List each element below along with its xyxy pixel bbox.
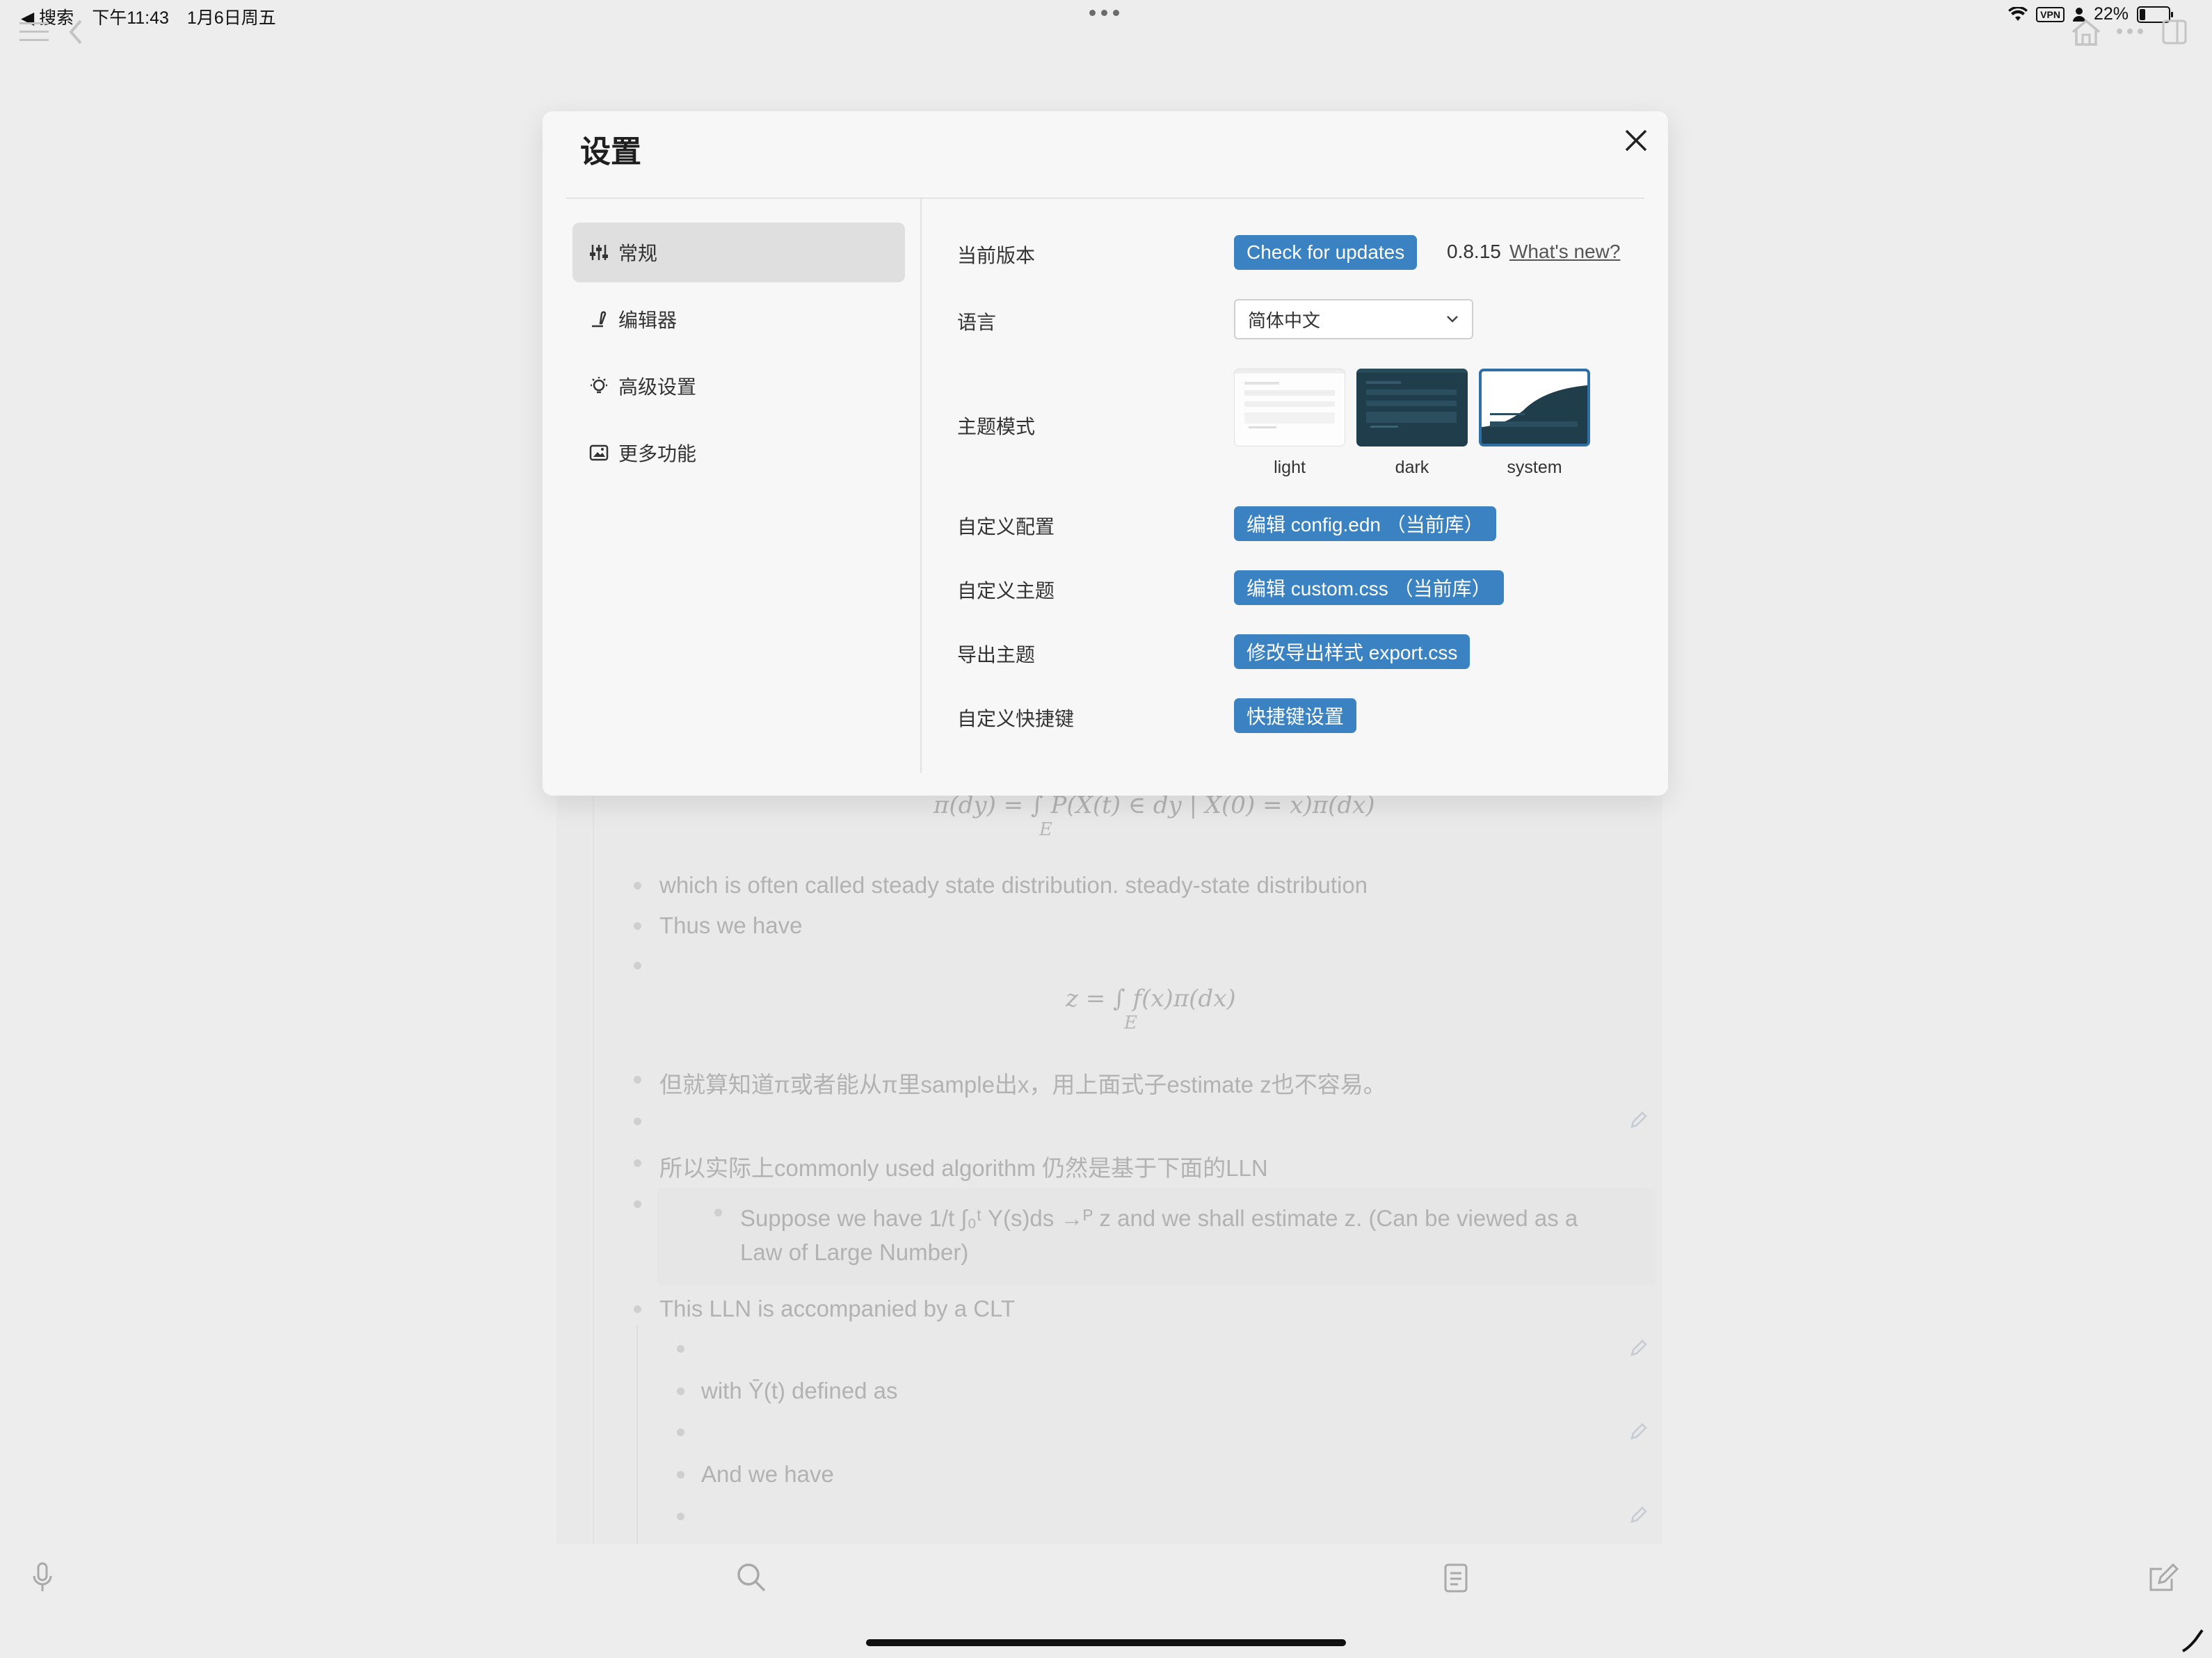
bullet	[634, 1118, 641, 1125]
doc-line-with-y[interactable]: with Ȳ(t) defined as	[701, 1378, 897, 1404]
doc-line-chinese-2[interactable]: 所以实际上commonly used algorithm 仍然是基于下面的LLN	[659, 1150, 1268, 1183]
status-bar-left: ◀ 搜索 下午11:43 1月6日周五	[21, 4, 276, 29]
pen-icon	[592, 311, 607, 328]
sliders-icon	[590, 245, 608, 260]
microphone-icon[interactable]	[32, 1562, 53, 1593]
edit-export-css-button[interactable]: 修改导出样式 export.css	[1234, 634, 1470, 669]
theme-caption-light: light	[1274, 458, 1306, 477]
theme-caption-dark: dark	[1395, 458, 1429, 477]
language-select[interactable]: 简体中文	[1234, 299, 1473, 339]
doc-line-steady-state[interactable]: which is often called steady state distr…	[659, 872, 1368, 899]
custom-config-label: 自定义配置	[957, 516, 1055, 538]
menu-icon[interactable]	[19, 21, 49, 43]
shortcut-settings-button[interactable]: 快捷键设置	[1234, 698, 1357, 733]
status-date: 1月6日周五	[186, 8, 276, 28]
close-button[interactable]	[1618, 122, 1654, 159]
gallery-icon	[589, 444, 609, 461]
doc-line-thus[interactable]: Thus we have	[659, 912, 802, 939]
theme-caption-system: system	[1507, 458, 1562, 477]
sidebar-divider	[920, 199, 922, 773]
theme-option-dark[interactable]	[1356, 369, 1468, 446]
close-icon	[1625, 129, 1647, 152]
check-updates-button[interactable]: Check for updates	[1234, 235, 1418, 270]
version-number: 0.8.15	[1447, 241, 1501, 262]
status-time: 下午11:43	[92, 8, 169, 28]
header-divider	[566, 198, 1644, 199]
quote-line-2[interactable]: Law of Large Number)	[740, 1239, 968, 1266]
doc-line-chinese-1[interactable]: 但就算知道π或者能从π里sample出x，用上面式子estimate z也不容易…	[659, 1066, 1386, 1100]
bullet	[677, 1471, 684, 1479]
nav-item-general[interactable]: 常规	[572, 223, 905, 282]
wifi-icon	[2008, 6, 2028, 21]
bullet	[634, 1159, 641, 1167]
shortcuts-label: 自定义快捷键	[957, 708, 1075, 730]
nested-block-rule	[636, 1325, 638, 1544]
settings-modal: 设置 常规 编辑器 高级设置 更多功能 当前版本 Check for updat…	[543, 111, 1668, 796]
back-arrow-icon[interactable]	[68, 18, 83, 46]
home-indicator[interactable]	[866, 1639, 1346, 1646]
pencil-handle-icon[interactable]	[2181, 1627, 2206, 1652]
settings-title: 设置	[580, 135, 641, 169]
multitasking-dots-icon[interactable]	[1089, 10, 1119, 16]
system-theme-preview-icon	[1482, 371, 1587, 444]
home-icon[interactable]	[2070, 18, 2102, 47]
bullet	[634, 882, 641, 890]
bullet	[634, 962, 641, 969]
theme-option-light[interactable]	[1234, 369, 1345, 446]
bullet	[634, 1076, 641, 1084]
nav-label: 高级设置	[618, 376, 697, 398]
nav-label: 编辑器	[618, 309, 678, 331]
bullet	[677, 1428, 684, 1436]
language-value: 简体中文	[1248, 309, 1321, 331]
vpn-badge: VPN	[2036, 6, 2065, 22]
page-icon[interactable]	[1444, 1563, 1468, 1593]
light-theme-preview-icon	[1235, 369, 1345, 428]
bullet	[677, 1513, 684, 1520]
bullet	[677, 1387, 684, 1395]
bulb-icon	[591, 377, 607, 394]
theme-option-system[interactable]	[1479, 369, 1590, 446]
whats-new-link[interactable]: What's new?	[1509, 241, 1620, 263]
doc-line-clt[interactable]: This LLN is accompanied by a CLT	[659, 1296, 1015, 1322]
sidebar-toggle-icon[interactable]	[2162, 19, 2187, 45]
nav-item-more-features[interactable]: 更多功能	[572, 423, 905, 483]
quote-line-1[interactable]: Suppose we have 1/t ∫₀ᵗ Y(s)ds →ᴾ z and …	[740, 1205, 1578, 1232]
formula-steady-state: π(dy) = ∫ P(X(t) ∈ dy | X(0) = x)π(dx)	[933, 791, 1375, 819]
search-icon[interactable]	[736, 1562, 767, 1593]
edit-pencil-icon[interactable]	[1629, 1110, 1649, 1129]
dark-theme-preview-icon	[1356, 369, 1468, 428]
more-options-icon[interactable]	[2116, 28, 2144, 35]
nav-item-advanced[interactable]: 高级设置	[572, 356, 905, 416]
nav-label: 常规	[618, 243, 658, 264]
nav-item-editor[interactable]: 编辑器	[572, 289, 905, 349]
bullet	[634, 922, 641, 930]
theme-label: 主题模式	[957, 416, 1036, 437]
export-theme-label: 导出主题	[957, 644, 1036, 666]
language-label: 语言	[957, 312, 997, 333]
bullet	[677, 1345, 684, 1353]
formula-subscript: E	[1039, 819, 1052, 840]
custom-theme-label: 自定义主题	[957, 580, 1055, 602]
formula-subscript: E	[1124, 1013, 1137, 1033]
edit-pencil-icon[interactable]	[1629, 1505, 1649, 1524]
bullet	[634, 1305, 641, 1313]
formula-z: z = ∫ f(x)π(dx)	[1066, 985, 1236, 1013]
edit-custom-css-button[interactable]: 编辑 custom.css （当前库）	[1234, 570, 1504, 605]
bullet	[714, 1209, 722, 1216]
nav-label: 更多功能	[618, 443, 697, 465]
doc-line-and-we-have[interactable]: And we have	[701, 1461, 834, 1488]
edit-pencil-icon[interactable]	[1629, 1422, 1649, 1441]
version-label: 当前版本	[957, 245, 1036, 266]
bullet	[634, 1200, 641, 1208]
chevron-down-icon	[1447, 316, 1458, 323]
edit-pencil-icon[interactable]	[1629, 1338, 1649, 1358]
edit-config-button[interactable]: 编辑 config.edn （当前库）	[1234, 506, 1496, 541]
quote-block	[657, 1188, 1656, 1285]
compose-icon[interactable]	[2148, 1562, 2179, 1593]
